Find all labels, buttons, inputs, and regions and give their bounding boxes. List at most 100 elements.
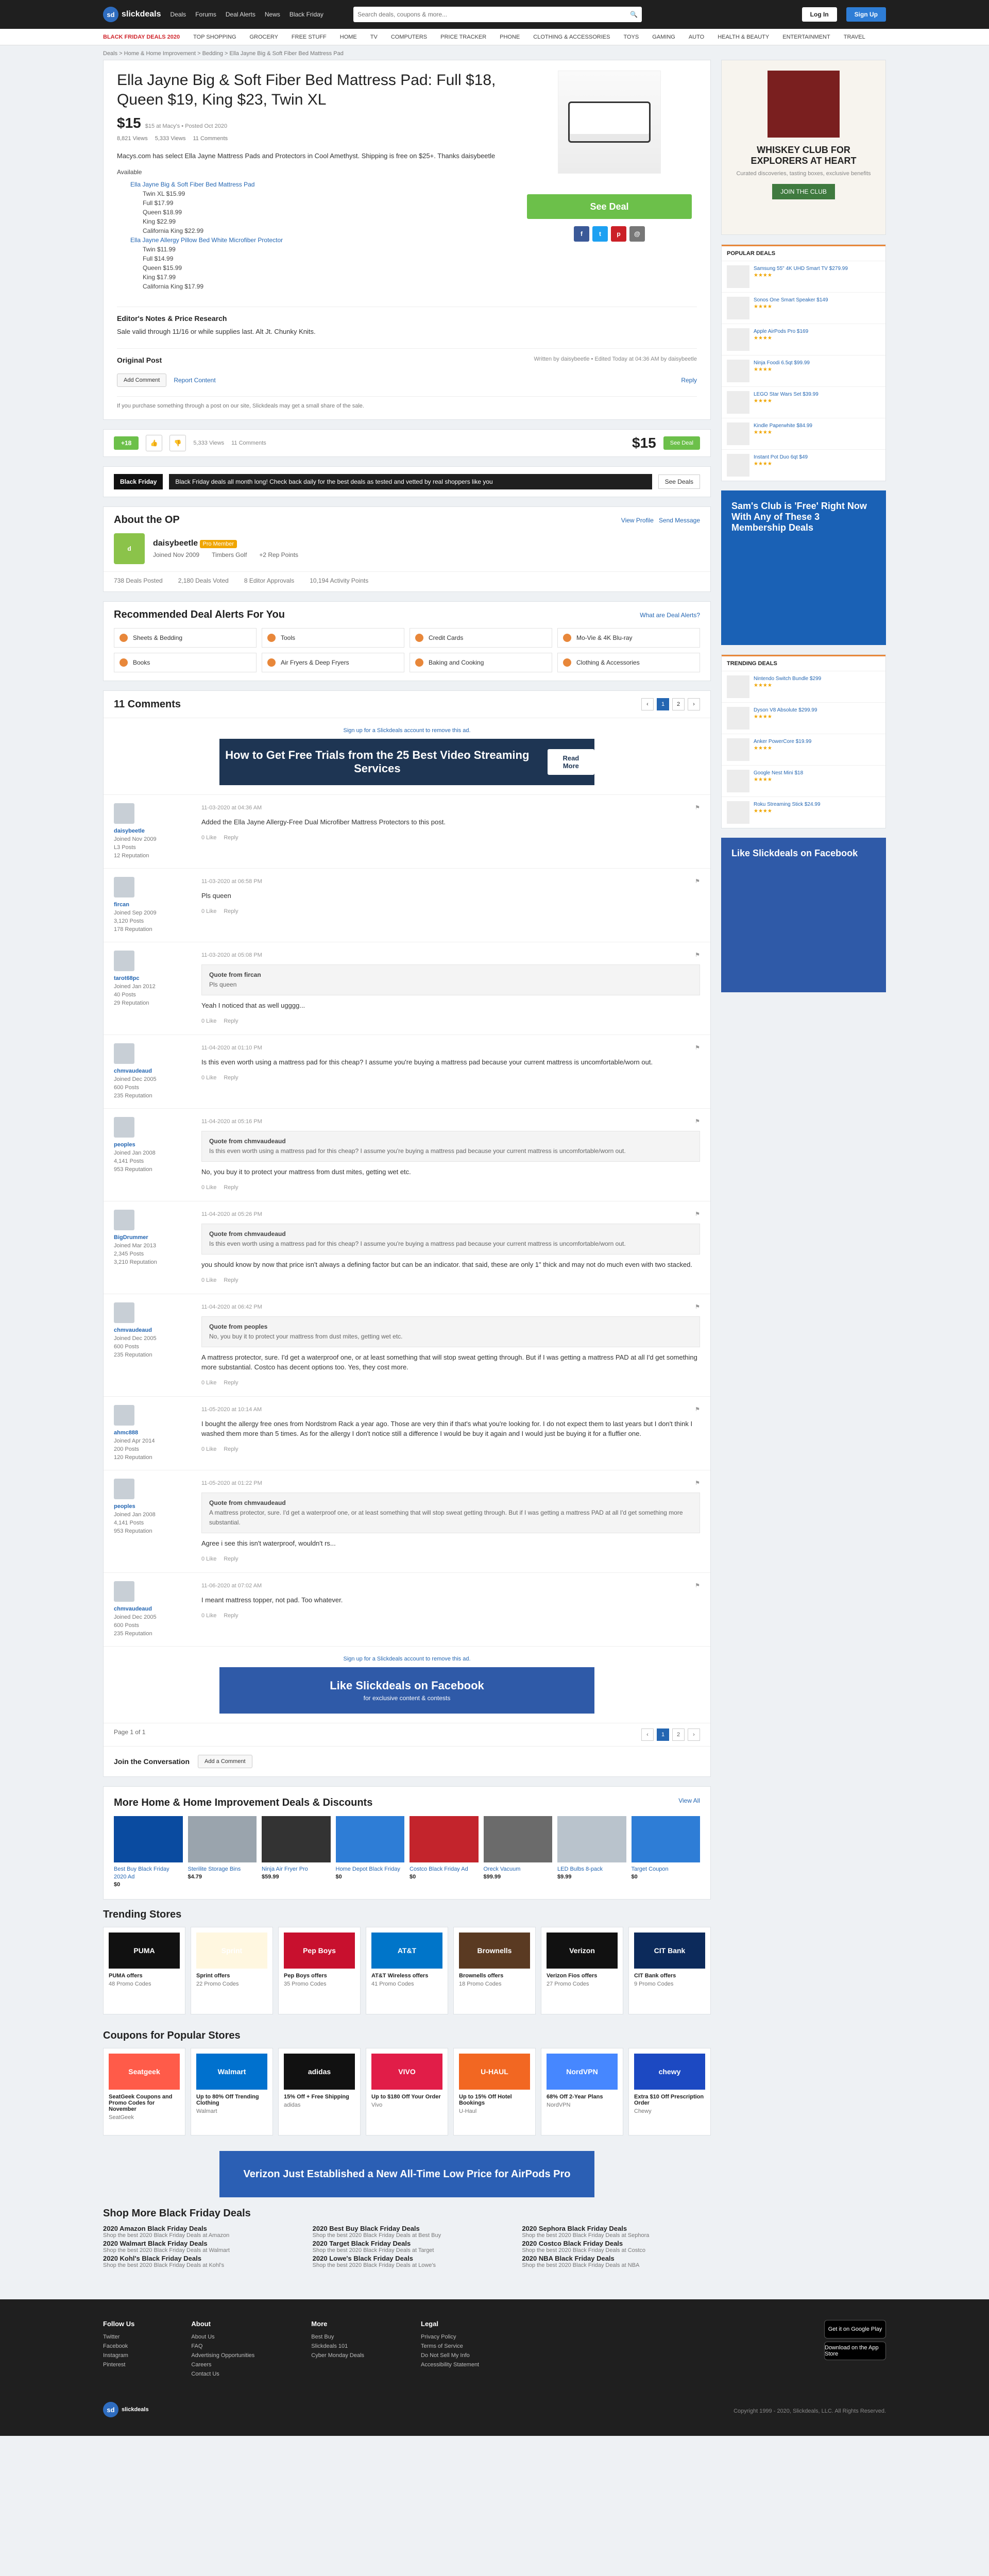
category-item[interactable]: GAMING <box>652 34 675 40</box>
alert-chip[interactable]: Credit Cards <box>410 628 552 648</box>
shop-more-link[interactable]: 2020 Amazon Black Friday Deals <box>103 2225 292 2232</box>
store-offer[interactable]: Sprint offers <box>196 1973 267 1979</box>
store-card[interactable]: VIVO Up to $180 Off Your Order Vivo <box>366 2048 448 2136</box>
store-offer[interactable]: AT&T Wireless offers <box>371 1973 442 1979</box>
footer-link[interactable]: Instagram <box>103 2352 134 2359</box>
shop-more-link[interactable]: 2020 Costco Black Friday Deals <box>522 2240 711 2247</box>
flag-icon[interactable]: ⚑ <box>695 803 700 813</box>
ad-banner[interactable]: How to Get Free Trials from the 25 Best … <box>219 739 594 785</box>
footer-link[interactable]: Advertising Opportunities <box>191 2352 254 2359</box>
category-item[interactable]: CLOTHING & ACCESSORIES <box>533 34 610 40</box>
alert-chip[interactable]: Baking and Cooking <box>410 653 552 672</box>
facebook-icon[interactable]: f <box>574 226 589 242</box>
product-name[interactable]: Target Coupon <box>632 1866 701 1873</box>
facebook-side-ad[interactable]: Like Slickdeals on Facebook <box>721 838 886 992</box>
footer-link[interactable]: Facebook <box>103 2343 134 2349</box>
pinterest-icon[interactable]: p <box>611 226 626 242</box>
shop-more-link[interactable]: 2020 Lowe's Black Friday Deals <box>313 2255 502 2262</box>
avatar[interactable] <box>114 1043 134 1064</box>
store-offer[interactable]: 68% Off 2-Year Plans <box>547 2094 618 2100</box>
store-card[interactable]: PUMA PUMA offers 48 Promo Codes <box>103 1927 185 2014</box>
thumbs-down-icon[interactable]: 👎 <box>169 435 186 451</box>
google-play-button[interactable]: Get it on Google Play <box>824 2320 886 2338</box>
store-offer[interactable]: 15% Off + Free Shipping <box>284 2094 355 2100</box>
reply-button[interactable]: Reply <box>224 833 238 843</box>
store-offer[interactable]: Up to $180 Off Your Order <box>371 2094 442 2100</box>
signup-button[interactable]: Sign Up <box>846 7 886 22</box>
reply-button[interactable]: Reply <box>224 1276 238 1285</box>
add-a-comment-button[interactable]: Add a Comment <box>198 1755 252 1768</box>
flag-icon[interactable]: ⚑ <box>695 951 700 960</box>
side-deal[interactable]: Nintendo Switch Bundle $299 ★★★★ <box>722 671 885 702</box>
shop-more-item[interactable]: 2020 Lowe's Black Friday Deals Shop the b… <box>313 2255 502 2268</box>
thumbs-up-icon[interactable]: 👍 <box>146 435 163 451</box>
vote-comments[interactable]: 11 Comments <box>231 440 266 446</box>
side-deal[interactable]: Samsung 55" 4K UHD Smart TV $279.99 ★★★★ <box>722 261 885 292</box>
nav-deal-alerts[interactable]: Deal Alerts <box>226 11 255 18</box>
verizon-ad[interactable]: Verizon Just Established a New All-Time … <box>219 2151 594 2197</box>
store-card[interactable]: chewy Extra $10 Off Prescription Order Che… <box>628 2048 711 2136</box>
product-name[interactable]: Best Buy Black Friday 2020 Ad <box>114 1866 183 1881</box>
comment-username[interactable]: peoples <box>114 1502 191 1511</box>
side-deal[interactable]: Google Nest Mini $18 ★★★★ <box>722 765 885 796</box>
reply-button[interactable]: Reply <box>224 1554 238 1564</box>
flag-icon[interactable]: ⚑ <box>695 877 700 887</box>
footer-link[interactable]: Accessibility Statement <box>421 2362 479 2368</box>
footer-link[interactable]: Contact Us <box>191 2371 254 2377</box>
page-2[interactable]: 2 <box>672 698 685 710</box>
shop-more-item[interactable]: 2020 Best Buy Black Friday Deals Shop the… <box>313 2225 502 2239</box>
flag-icon[interactable]: ⚑ <box>695 1405 700 1415</box>
shop-more-link[interactable]: 2020 Best Buy Black Friday Deals <box>313 2225 502 2232</box>
product-name[interactable]: Costco Black Friday Ad <box>410 1866 479 1873</box>
shop-more-link[interactable]: 2020 Walmart Black Friday Deals <box>103 2240 292 2247</box>
search-icon[interactable]: 🔍 <box>630 11 638 18</box>
footer-link[interactable]: FAQ <box>191 2343 254 2349</box>
product-card[interactable]: Ninja Air Fryer Pro $59.99 <box>262 1816 331 1889</box>
footer-link[interactable]: Slickdeals 101 <box>311 2343 364 2349</box>
alert-chip[interactable]: Air Fryers & Deep Fryers <box>262 653 404 672</box>
side-deal-title[interactable]: Google Nest Mini $18 <box>754 770 803 776</box>
comment-username[interactable]: tarot68pc <box>114 974 191 982</box>
next-page-icon[interactable]: › <box>688 1728 700 1741</box>
store-offer[interactable]: Up to 15% Off Hotel Bookings <box>459 2094 530 2106</box>
side-deal-title[interactable]: Apple AirPods Pro $169 <box>754 328 808 335</box>
shop-more-item[interactable]: 2020 Amazon Black Friday Deals Shop the b… <box>103 2225 292 2239</box>
side-deal-title[interactable]: Instant Pot Duo 6qt $49 <box>754 454 808 461</box>
stat-comments[interactable]: 11 Comments <box>193 135 228 142</box>
comment-username[interactable]: chmvaudeaud <box>114 1067 191 1075</box>
store-offer[interactable]: SeatGeek Coupons and Promo Codes for Nov… <box>109 2094 180 2112</box>
next-page-icon[interactable]: › <box>688 698 700 710</box>
category-item[interactable]: TOYS <box>623 34 639 40</box>
reply-button[interactable]: Reply <box>224 1611 238 1621</box>
product-card[interactable]: LED Bulbs 8-pack $9.99 <box>557 1816 626 1889</box>
like-button[interactable]: 0 Like <box>201 1554 216 1564</box>
category-item[interactable]: GROCERY <box>250 34 278 40</box>
avatar[interactable] <box>114 1302 134 1323</box>
comment-username[interactable]: fircan <box>114 901 191 909</box>
prev-page-icon[interactable]: ‹ <box>641 1728 654 1741</box>
avatar[interactable] <box>114 877 134 897</box>
side-deal-title[interactable]: LEGO Star Wars Set $39.99 <box>754 391 819 398</box>
ad-read-more-button[interactable]: Read More <box>547 749 594 775</box>
alert-chip[interactable]: Clothing & Accessories <box>557 653 700 672</box>
flag-icon[interactable]: ⚑ <box>695 1043 700 1053</box>
store-card[interactable]: Walmart Up to 80% Off Trending Clothing Wa… <box>191 2048 273 2136</box>
like-button[interactable]: 0 Like <box>201 1445 216 1454</box>
view-profile-link[interactable]: View Profile <box>621 517 654 524</box>
product-card[interactable]: Home Depot Black Friday $0 <box>335 1816 404 1889</box>
store-offer[interactable]: Extra $10 Off Prescription Order <box>634 2094 705 2106</box>
category-item[interactable]: HOME <box>340 34 357 40</box>
category-black-friday[interactable]: BLACK FRIDAY DEALS 2020 <box>103 34 180 40</box>
side-deal-title[interactable]: Kindle Paperwhite $84.99 <box>754 422 812 429</box>
footer-link[interactable]: Twitter <box>103 2334 134 2340</box>
like-button[interactable]: 0 Like <box>201 1183 216 1193</box>
avatar[interactable] <box>114 951 134 971</box>
store-card[interactable]: U-HAUL Up to 15% Off Hotel Bookings U-Haul <box>453 2048 536 2136</box>
signup-line[interactable]: Sign up for a Slickdeals account to remo… <box>104 727 710 734</box>
view-all-link[interactable]: View All <box>678 1797 700 1809</box>
avatar[interactable] <box>114 1117 134 1138</box>
category-item[interactable]: AUTO <box>689 34 704 40</box>
side-deal[interactable]: Instant Pot Duo 6qt $49 ★★★★ <box>722 449 885 481</box>
category-item[interactable]: COMPUTERS <box>391 34 427 40</box>
comment-username[interactable]: ahmc888 <box>114 1429 191 1437</box>
